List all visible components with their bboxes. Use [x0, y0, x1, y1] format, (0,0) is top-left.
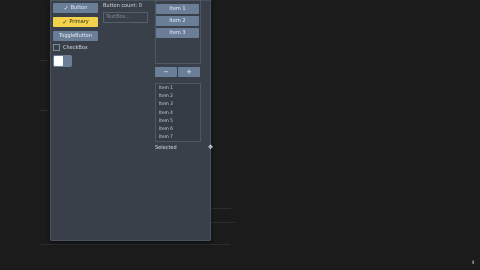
- minus-button[interactable]: −: [155, 67, 177, 77]
- toggle-switch[interactable]: [53, 55, 72, 67]
- check-icon: ✓: [63, 4, 69, 12]
- textbox-input[interactable]: TextBox...: [103, 12, 148, 23]
- background-line: [211, 222, 236, 223]
- listbox-item[interactable]: Item 1: [156, 4, 199, 14]
- list-item[interactable]: Item 5: [159, 119, 173, 124]
- primary-button[interactable]: ✓ Primary: [53, 17, 98, 27]
- background-line: [211, 208, 231, 209]
- primary-button-label: Primary: [69, 19, 89, 25]
- list-item[interactable]: Item 2: [159, 94, 173, 99]
- checkbox[interactable]: [53, 44, 60, 51]
- plus-button[interactable]: +: [178, 67, 200, 77]
- checkbox-label: CheckBox: [63, 45, 88, 51]
- toggle-switch-knob: [54, 56, 63, 66]
- corner-indicator-icon: ⬍: [471, 260, 476, 266]
- list-item[interactable]: Item 7: [159, 135, 173, 140]
- toggle-button-label: ToggleButton: [59, 33, 92, 39]
- move-cursor-icon: ✥: [208, 144, 214, 151]
- toggle-button[interactable]: ToggleButton: [53, 31, 98, 41]
- listbox-item[interactable]: Item 3: [156, 28, 199, 38]
- button[interactable]: ✓ Button: [53, 3, 98, 13]
- button-count-label: Button count: 0: [103, 3, 142, 9]
- list-item[interactable]: Item 1: [159, 86, 173, 91]
- button-label: Button: [70, 5, 88, 11]
- background-line: [40, 244, 230, 245]
- background-line: [40, 60, 48, 61]
- list-item[interactable]: Item 3: [159, 102, 173, 107]
- list-item[interactable]: Item 4: [159, 111, 173, 116]
- selected-label: Selected: [155, 145, 177, 151]
- list-item[interactable]: Item 6: [159, 127, 173, 132]
- check-icon: ✓: [62, 18, 68, 26]
- background-line: [40, 110, 48, 111]
- listbox-item[interactable]: Item 2: [156, 16, 199, 26]
